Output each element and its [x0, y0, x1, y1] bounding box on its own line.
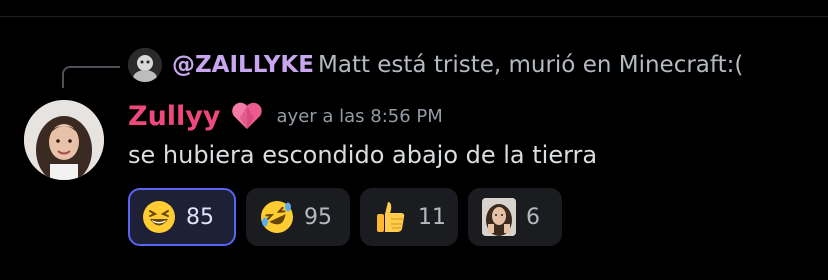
reaction-count: 11: [418, 204, 446, 230]
author-name[interactable]: Zullyy: [128, 101, 221, 132]
rolling-on-floor-laughing-icon: [260, 200, 294, 234]
top-divider: [0, 16, 828, 17]
grinning-squinting-face-icon: [142, 200, 176, 234]
avatar[interactable]: [24, 100, 104, 180]
timestamp: ayer a las 8:56 PM: [276, 105, 443, 127]
reaction-count: 95: [304, 204, 332, 230]
heart-icon: [231, 101, 263, 131]
reaction-thumbs-up[interactable]: 11: [360, 188, 458, 246]
reaction-count: 85: [186, 204, 214, 230]
reaction-rolling-laughing[interactable]: 95: [246, 188, 350, 246]
reply-message-preview[interactable]: Matt está triste, murió en Minecraft:(: [318, 52, 743, 78]
custom-photo-emoji-icon: [482, 198, 516, 236]
reply-connector-line: [62, 66, 120, 88]
reaction-custom-photo[interactable]: 6: [468, 188, 562, 246]
thumbs-up-icon: [374, 200, 408, 234]
message-header: Zullyy ayer a las 8:56 PM: [128, 98, 443, 134]
reply-author-name[interactable]: @ZAILLYKE: [172, 52, 314, 78]
reaction-grinning-squinting[interactable]: 85: [128, 188, 236, 246]
reaction-count: 6: [526, 204, 540, 230]
reactions-bar: 85 95 11 6: [128, 188, 562, 246]
message-content: se hubiera escondido abajo de la tierra: [128, 141, 598, 169]
reply-author-avatar[interactable]: [128, 48, 162, 82]
